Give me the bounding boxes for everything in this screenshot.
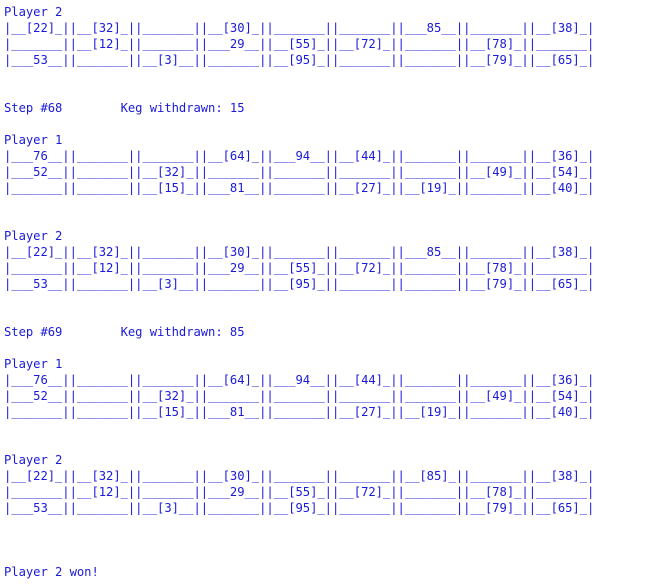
step-line: Step #68 Keg withdrawn: 15	[4, 101, 245, 115]
board-row: |___52__||_______||__[32]_||_______||___…	[4, 389, 595, 403]
board-row: |___52__||_______||__[32]_||_______||___…	[4, 165, 595, 179]
player-label: Player 2	[4, 229, 63, 243]
board-row: |_______||__[12]_||_______||___29__||__[…	[4, 37, 595, 51]
board-row: |___53__||_______||__[3]__||_______||__[…	[4, 277, 595, 291]
board-row: |_______||__[12]_||_______||___29__||__[…	[4, 261, 595, 275]
step-line: Step #69 Keg withdrawn: 85	[4, 325, 245, 339]
board-row: |___76__||_______||_______||__[64]_||___…	[4, 373, 595, 387]
board-row: |___53__||_______||__[3]__||_______||__[…	[4, 53, 595, 67]
board-row: |__[22]_||__[32]_||_______||__[30]_||___…	[4, 245, 595, 259]
board-row: |_______||__[12]_||_______||___29__||__[…	[4, 485, 595, 499]
player-label: Player 1	[4, 133, 63, 147]
board-row: |___76__||_______||_______||__[64]_||___…	[4, 149, 595, 163]
board-row: |_______||_______||__[15]_||___81__||___…	[4, 181, 595, 195]
board-row: |__[22]_||__[32]_||_______||__[30]_||___…	[4, 469, 595, 483]
board-row: |___53__||_______||__[3]__||_______||__[…	[4, 501, 595, 515]
player-label: Player 2	[4, 5, 63, 19]
board-row: |__[22]_||__[32]_||_______||__[30]_||___…	[4, 21, 595, 35]
player-label: Player 2	[4, 453, 63, 467]
player-label: Player 1	[4, 357, 63, 371]
result-line: Player 2 won!	[4, 565, 99, 579]
board-row: |_______||_______||__[15]_||___81__||___…	[4, 405, 595, 419]
